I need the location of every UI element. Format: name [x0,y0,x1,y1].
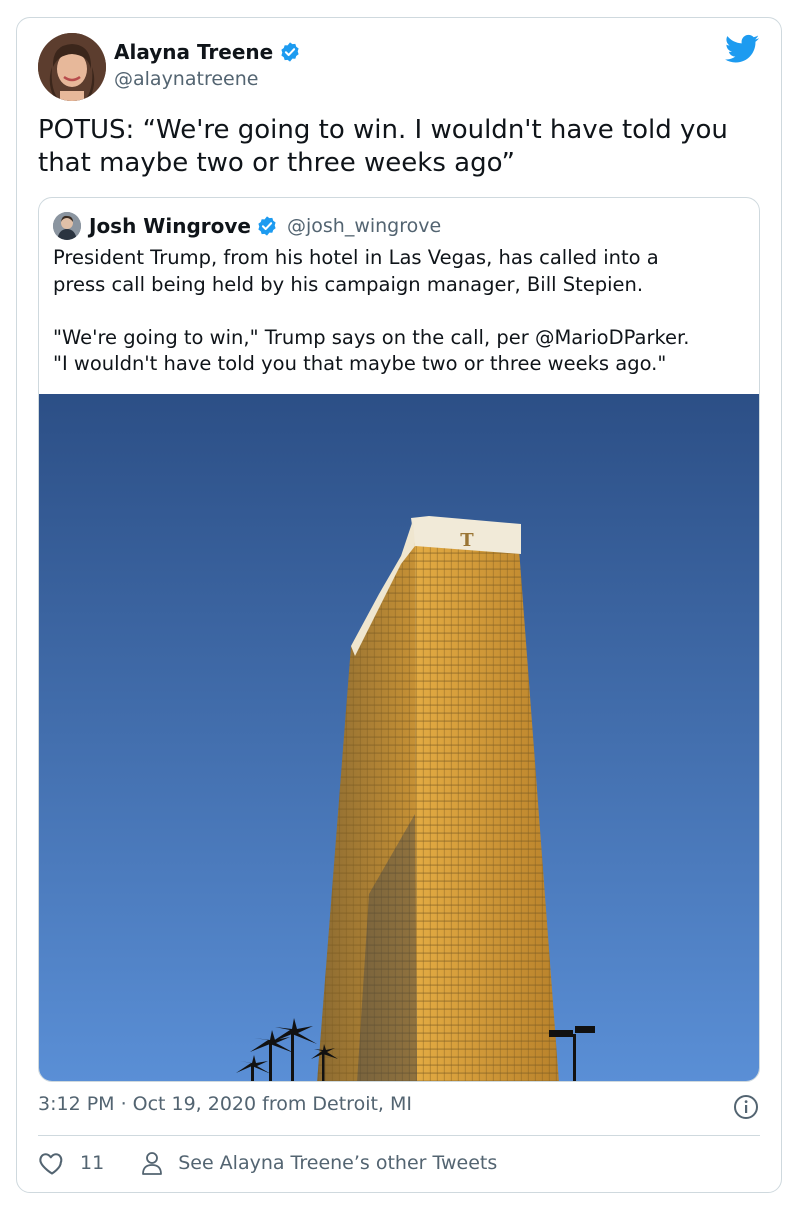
quoted-author-name[interactable]: Josh Wingrove [89,214,251,238]
quoted-author-avatar[interactable] [53,212,81,240]
author-name-row[interactable]: Alayna Treene [114,40,301,64]
author-avatar[interactable] [38,33,106,101]
quoted-tweet-text: President Trump, from his hotel in Las V… [53,246,690,375]
verified-badge-icon [258,216,276,236]
quoted-header[interactable]: Josh Wingrove @josh_wingrove [89,212,441,240]
tweet-date-source[interactable]: Oct 19, 2020 from Detroit, MI [133,1093,412,1115]
twitter-bird-icon[interactable] [725,34,759,64]
like-count[interactable]: 11 [80,1152,104,1174]
tower-sign-letter: T [460,530,474,551]
heart-icon[interactable] [38,1149,66,1177]
tweet-actions: 11 See Alayna Treene’s other Tweets [38,1148,497,1178]
author-handle[interactable]: @alaynatreene [114,68,258,90]
meta-separator: · [120,1093,127,1115]
quoted-author-handle[interactable]: @josh_wingrove [287,215,441,237]
verified-badge-icon [281,42,299,62]
quoted-tweet-image[interactable]: T [39,394,760,1082]
quoted-tweet[interactable]: Josh Wingrove @josh_wingrove President T… [38,197,760,1082]
see-other-tweets-link[interactable]: See Alayna Treene’s other Tweets [178,1152,497,1174]
divider [38,1135,760,1136]
tweet-meta[interactable]: 3:12 PM · Oct 19, 2020 from Detroit, MI [38,1093,412,1115]
tweet-text: POTUS: “We're going to win. I wouldn't h… [38,115,728,178]
tweet-card: Alayna Treene @alaynatreene POTUS: “We'r… [16,17,782,1193]
author-name[interactable]: Alayna Treene [114,40,273,64]
tweet-time[interactable]: 3:12 PM [38,1093,115,1115]
info-icon[interactable] [733,1094,759,1120]
person-icon[interactable] [140,1150,164,1176]
